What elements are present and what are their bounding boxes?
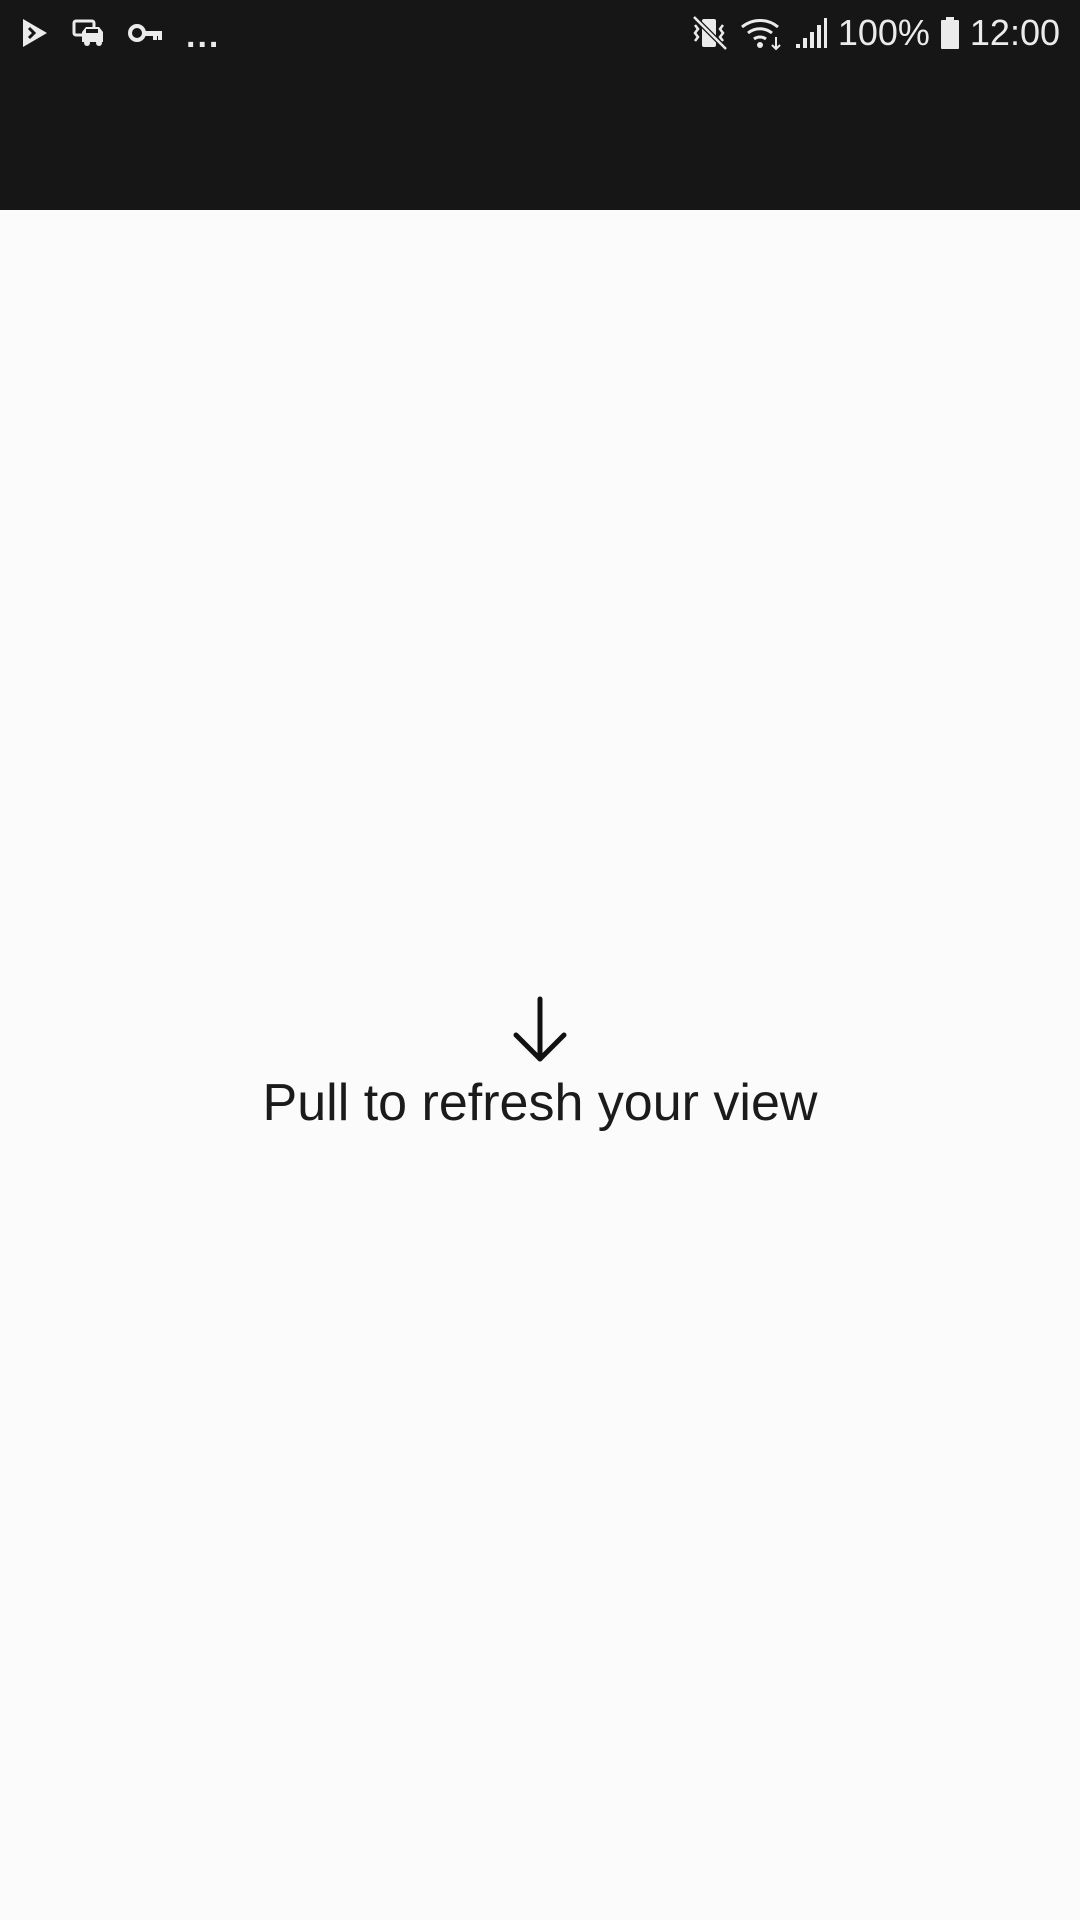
system-icons: 100% 12:00 <box>690 12 1060 54</box>
more-notifications-indicator: ... <box>186 17 221 55</box>
cell-signal-icon <box>794 16 828 50</box>
play-store-icon <box>20 17 50 49</box>
car-sync-icon <box>72 18 106 48</box>
status-row: ... 100% 12:00 <box>0 0 1080 66</box>
refresh-view[interactable]: Pull to refresh your view <box>0 210 1080 1920</box>
battery-icon <box>940 16 960 50</box>
vibrate-mute-icon <box>690 15 730 51</box>
arrow-down-icon <box>513 996 567 1062</box>
screen: ... 100% 12:00 Pull to refresh your view <box>0 0 1080 1920</box>
battery-percent: 100% <box>837 12 930 53</box>
notification-icons: ... <box>20 14 221 55</box>
clock: 12:00 <box>969 12 1060 53</box>
vpn-key-icon <box>128 22 164 44</box>
pull-to-refresh-hint: Pull to refresh your view <box>0 995 1080 1133</box>
wifi-icon <box>740 15 784 51</box>
status-bar: ... 100% 12:00 <box>0 0 1080 210</box>
pull-to-refresh-label: Pull to refresh your view <box>262 1074 818 1132</box>
